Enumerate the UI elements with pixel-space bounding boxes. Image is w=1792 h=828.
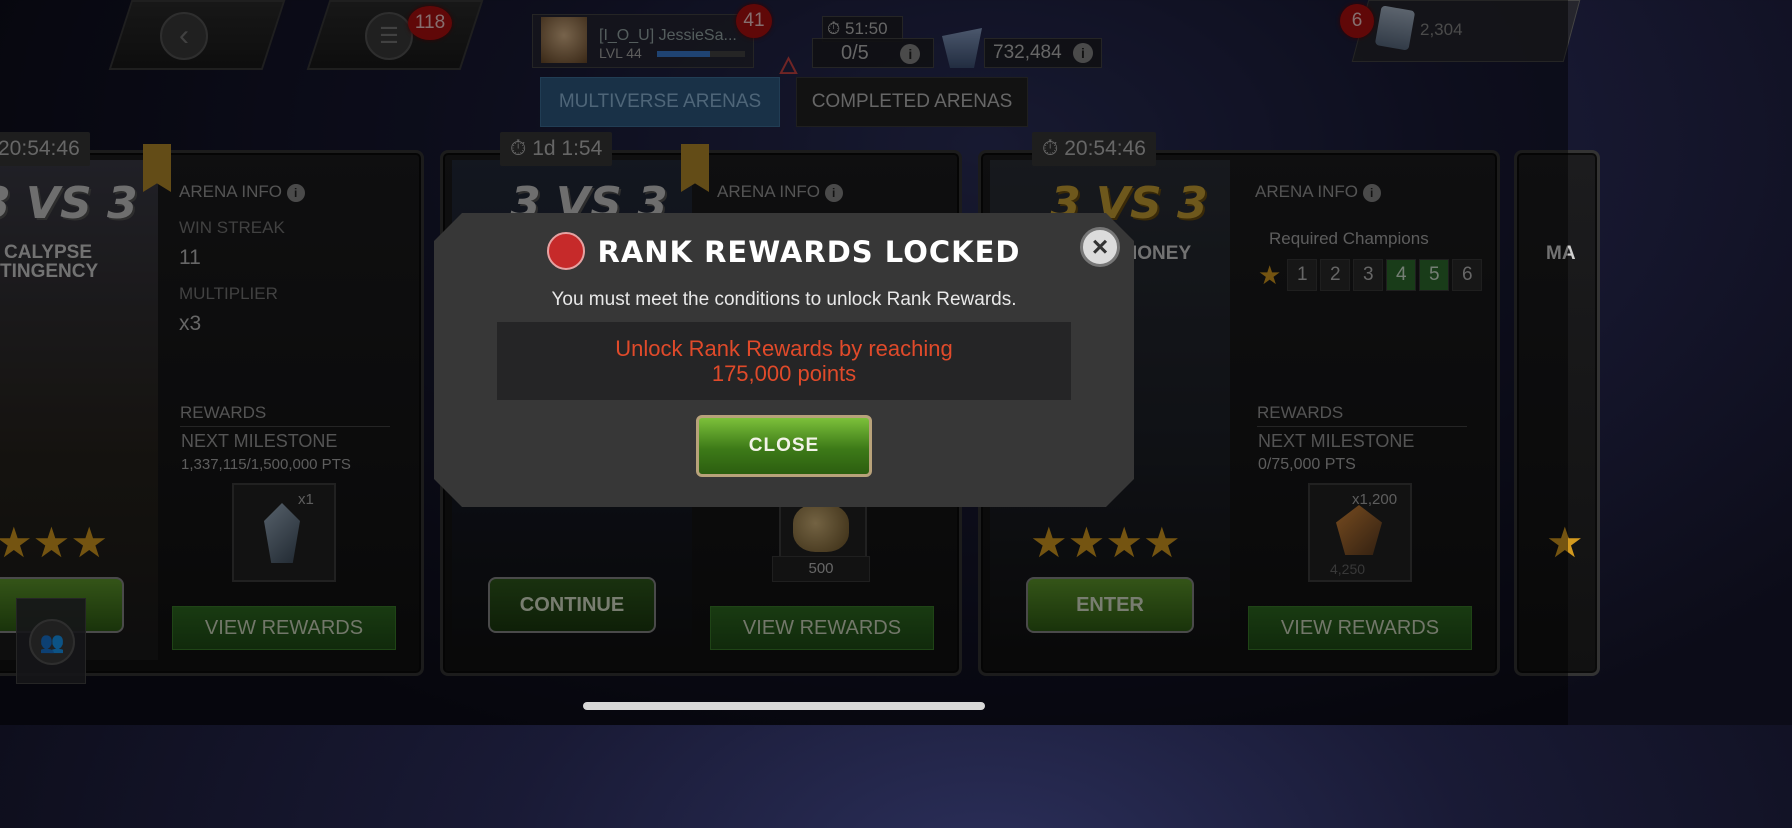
modal-message: You must meet the conditions to unlock R… (551, 289, 1017, 310)
close-icon[interactable]: × (1080, 227, 1120, 267)
unlock-line: Unlock Rank Rewards by reaching (615, 336, 953, 361)
modal-title: RANK REWARDS LOCKED (434, 232, 1134, 273)
unlock-condition-box: Unlock Rank Rewards by reaching 175,000 … (497, 322, 1071, 400)
close-button[interactable]: CLOSE (696, 415, 872, 477)
unlock-condition: Unlock Rank Rewards by reaching 175,000 … (497, 336, 1071, 386)
unlock-points: 175,000 points (711, 361, 857, 386)
lock-icon (547, 232, 586, 270)
rank-rewards-locked-modal: RANK REWARDS LOCKED × You must meet the … (434, 213, 1134, 507)
modal-title-text: RANK REWARDS LOCKED (597, 235, 1021, 269)
home-indicator[interactable] (583, 702, 985, 710)
